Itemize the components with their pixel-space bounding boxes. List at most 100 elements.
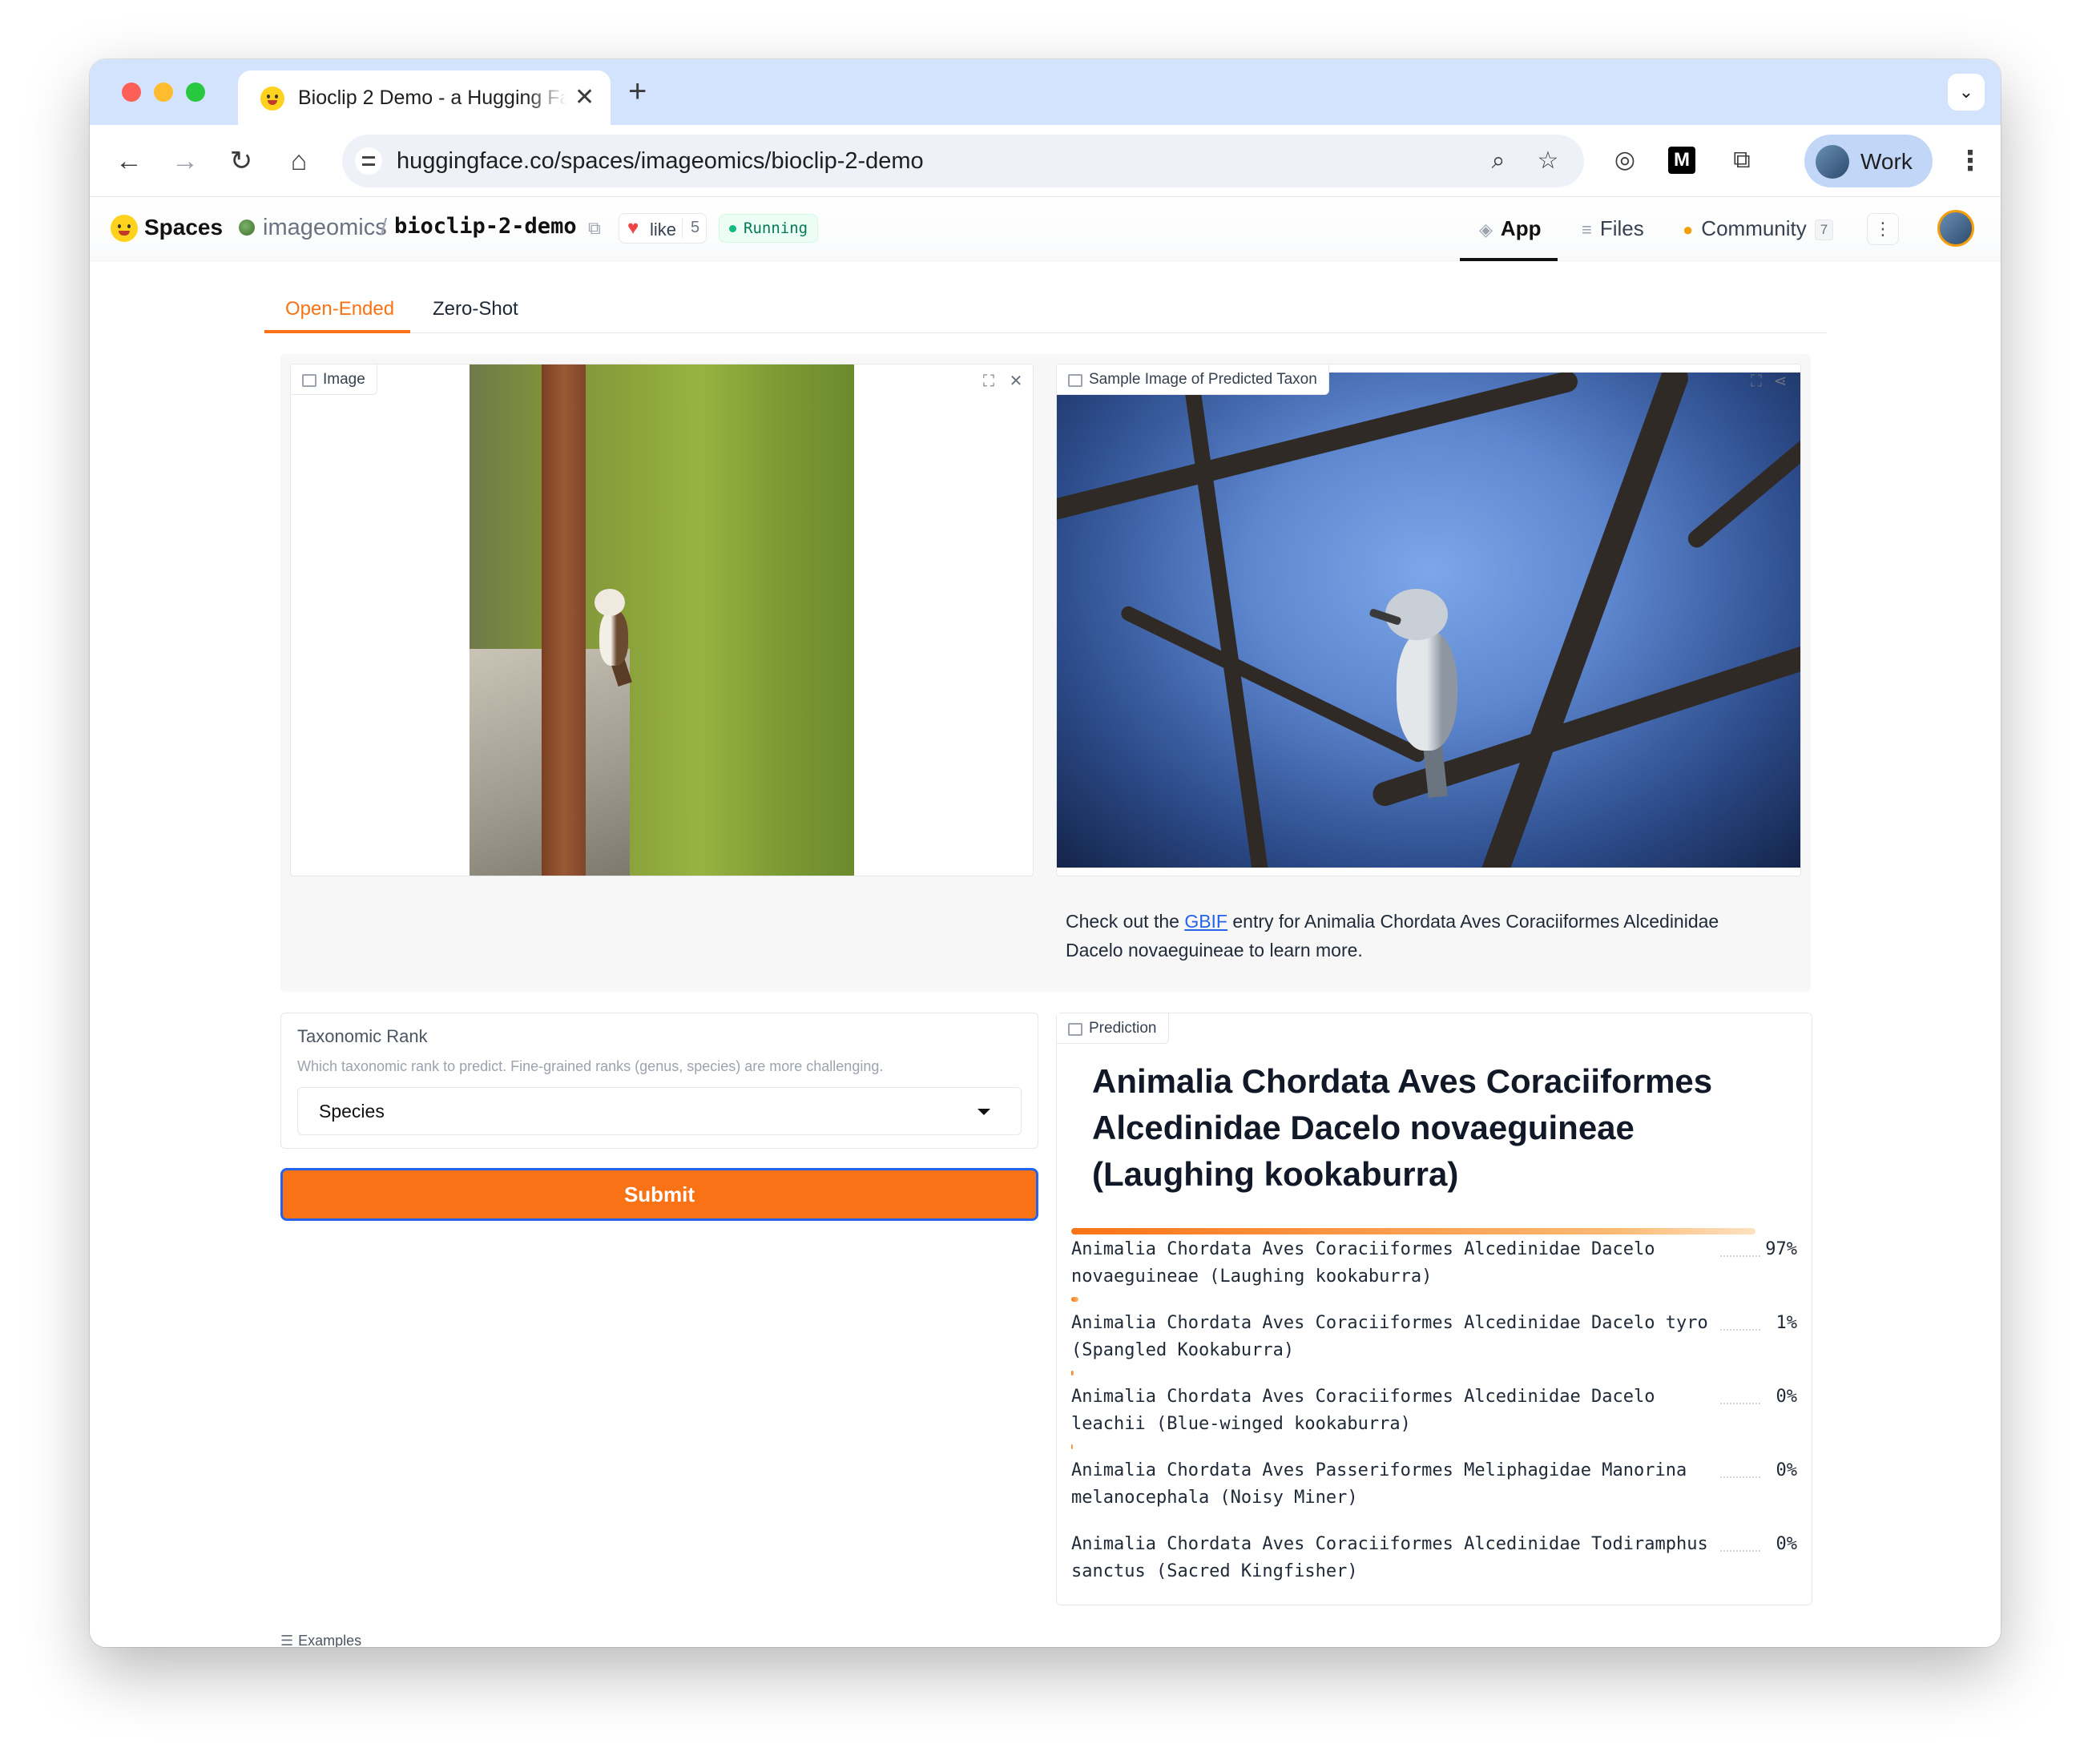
rank-select[interactable]: Species (297, 1087, 1022, 1135)
copy-icon[interactable]: ⧉ (588, 218, 601, 239)
fullscreen-icon[interactable]: ⛶ (1746, 371, 1767, 392)
site-settings-icon[interactable] (355, 147, 382, 175)
browser-window: Bioclip 2 Demo - a Hugging Face Space by… (90, 59, 2001, 1647)
files-icon: ≡ (1582, 219, 1592, 240)
top-confidence-fill (1071, 1228, 1755, 1234)
like-label: like (650, 219, 677, 240)
rank-info: Which taxonomic rank to predict. Fine-gr… (297, 1058, 884, 1074)
back-arrow-icon[interactable]: ← (111, 143, 147, 179)
image-row: Image ⛶ ✕ Sample Image of Predicted Taxo… (280, 354, 1811, 992)
tab-title: Bioclip 2 Demo - a Hugging Face Space by… (298, 87, 566, 109)
examples-label: Examples (298, 1633, 362, 1647)
status-badge: Running (719, 214, 819, 243)
hugging-face-favicon-icon (260, 87, 284, 111)
image-label: Image (291, 364, 377, 395)
predicted-taxon-photo (1057, 373, 1800, 868)
dotted-leader (1720, 1476, 1760, 1478)
repo-link[interactable]: bioclip-2-demo (394, 214, 577, 239)
tab-zero-shot[interactable]: Zero-Shot (433, 298, 518, 320)
tab-strip: Bioclip 2 Demo - a Hugging Face Space by… (90, 59, 2001, 125)
profile-label: Work (1860, 149, 1913, 174)
reload-icon[interactable]: ↻ (223, 143, 260, 179)
taxonomic-rank-dropdown: Taxonomic Rank Which taxonomic rank to p… (280, 1013, 1038, 1149)
gradio-tabs: Open-Ended Zero-Shot (264, 292, 1827, 333)
password-manager-extension-icon[interactable]: ◎ (1607, 143, 1643, 178)
caret-down-icon (977, 1109, 990, 1115)
page-content: Spaces imageomics / bioclip-2-demo ⧉ ♥ l… (90, 197, 2001, 1647)
confidence-bar (1071, 1297, 1078, 1302)
clear-image-icon[interactable]: ✕ (1006, 371, 1026, 392)
rank-title: Taxonomic Rank (297, 1026, 428, 1046)
browser-menu-icon[interactable]: ⋮ (1957, 143, 1984, 179)
zoom-icon[interactable]: ⌕ (1483, 146, 1514, 176)
address-bar[interactable]: huggingface.co/spaces/imageomics/bioclip… (342, 135, 1584, 187)
tab-open-ended[interactable]: Open-Ended (285, 298, 394, 320)
gbif-link[interactable]: GBIF (1184, 911, 1227, 932)
prediction-panel: Prediction Animalia Chordata Aves Coraci… (1056, 1013, 1812, 1605)
top-confidence-bar (1071, 1228, 1776, 1234)
profile-button[interactable]: Work (1804, 135, 1933, 187)
breadcrumb-separator: / (381, 215, 388, 240)
dotted-leader (1720, 1550, 1760, 1552)
sample-image-label: Sample Image of Predicted Taxon (1057, 364, 1329, 395)
close-window-button[interactable] (122, 83, 141, 102)
more-options-icon[interactable]: ⋮ (1867, 213, 1899, 245)
minimize-window-button[interactable] (154, 83, 173, 102)
hugging-face-logo-icon[interactable] (111, 215, 138, 242)
rank-selected-value: Species (319, 1101, 385, 1122)
confidence-bar (1071, 1371, 1074, 1375)
community-icon: ● (1683, 219, 1694, 240)
profile-avatar (1816, 145, 1849, 179)
zoom-window-button[interactable] (186, 83, 205, 102)
confidence-value: 0% (1776, 1460, 1798, 1480)
browser-toolbar: ← → ↻ ⌂ huggingface.co/spaces/imageomics… (90, 125, 2001, 197)
like-button[interactable]: ♥ like 5 (619, 213, 707, 244)
tab-files[interactable]: ≡ Files (1582, 216, 1644, 241)
active-tab-indicator (264, 330, 410, 333)
user-avatar[interactable] (1937, 210, 1974, 247)
kookaburra-sample-figure (1368, 589, 1473, 799)
prediction-headline: Animalia Chordata Aves Coraciiformes Alc… (1092, 1062, 1713, 1193)
tab-app[interactable]: ◈ App (1479, 216, 1541, 241)
forward-arrow-icon[interactable]: → (167, 143, 204, 179)
tab-search-button[interactable]: ⌄ (1948, 74, 1985, 111)
sample-image-output: Sample Image of Predicted Taxon ⛶ ⋖ (1056, 364, 1801, 876)
uploaded-kookaburra-photo (470, 364, 854, 876)
spaces-link[interactable]: Spaces (144, 215, 223, 240)
confidence-value: 97% (1765, 1239, 1797, 1259)
confidence-label: Animalia Chordata Aves Coraciiformes Alc… (1071, 1387, 1666, 1434)
confidence-bar (1071, 1444, 1073, 1449)
confidence-label: Animalia Chordata Aves Coraciiformes Alc… (1071, 1239, 1666, 1287)
dotted-leader (1720, 1403, 1760, 1404)
org-avatar-icon (239, 219, 255, 236)
dotted-leader (1720, 1255, 1760, 1257)
hf-space-header: Spaces imageomics / bioclip-2-demo ⧉ ♥ l… (90, 197, 2001, 261)
confidence-value: 0% (1776, 1387, 1798, 1407)
fullscreen-icon[interactable]: ⛶ (978, 371, 999, 392)
new-tab-button[interactable]: + (628, 74, 647, 109)
bookmark-star-icon[interactable]: ☆ (1533, 146, 1563, 176)
tab-community[interactable]: ● Community 7 (1683, 216, 1834, 241)
submit-button[interactable]: Submit (280, 1168, 1038, 1221)
gbif-message: Check out the GBIF entry for Animalia Ch… (1066, 911, 1719, 961)
app-icon: ◈ (1479, 219, 1493, 240)
tab-close-icon[interactable]: ✕ (574, 83, 595, 112)
wooden-post (542, 364, 586, 876)
url-text[interactable]: huggingface.co/spaces/imageomics/bioclip… (397, 148, 924, 175)
browser-tab[interactable]: Bioclip 2 Demo - a Hugging Face Space by… (238, 70, 611, 125)
image-input[interactable]: Image ⛶ ✕ (290, 364, 1034, 876)
confidence-label: Animalia Chordata Aves Passeriformes Mel… (1071, 1460, 1698, 1508)
home-icon[interactable]: ⌂ (280, 143, 317, 179)
community-count-badge: 7 (1814, 219, 1834, 241)
share-icon[interactable]: ⋖ (1770, 371, 1791, 392)
org-link[interactable]: imageomics (263, 215, 387, 241)
confidence-label: Animalia Chordata Aves Coraciiformes Alc… (1071, 1534, 1719, 1581)
confidence-label: Animalia Chordata Aves Coraciiformes Alc… (1071, 1313, 1719, 1360)
like-count: 5 (682, 219, 699, 238)
m-extension-icon[interactable]: M (1668, 147, 1695, 174)
dotted-leader (1720, 1329, 1760, 1331)
examples-accordion[interactable]: ☰ Examples (280, 1633, 361, 1647)
kookaburra-figure (590, 589, 638, 687)
extensions-puzzle-icon[interactable]: ⧉ (1724, 143, 1759, 178)
active-tab-underline (1460, 258, 1558, 261)
